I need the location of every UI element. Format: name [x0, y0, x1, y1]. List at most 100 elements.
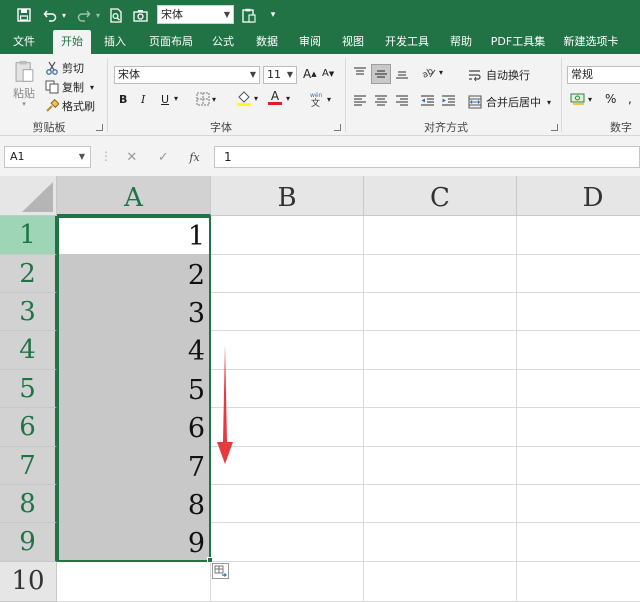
chevron-down-icon[interactable]: ▾ [286, 94, 290, 103]
copy-button[interactable]: 复制 ▾ [45, 79, 94, 95]
fill-color-button[interactable]: ▾ [236, 90, 258, 106]
cell-d6[interactable] [517, 408, 640, 447]
underline-button[interactable]: U [161, 93, 169, 106]
cancel-icon[interactable]: ✕ [126, 150, 137, 165]
tab-insert[interactable]: 插入 [97, 30, 133, 54]
tab-formulas[interactable]: 公式 [205, 30, 241, 54]
cell-c6[interactable] [364, 408, 517, 447]
cell-d5[interactable] [517, 370, 640, 408]
row-header-5[interactable]: 5 [0, 370, 57, 408]
cell-b1[interactable] [211, 216, 364, 255]
clipboard-paste-icon[interactable] [241, 6, 257, 24]
paste-button[interactable]: 粘贴 ▾ [8, 60, 40, 108]
cell-b9[interactable] [211, 523, 364, 562]
cell-d4[interactable] [517, 331, 640, 370]
wrap-text-button[interactable]: 自动换行 [468, 67, 530, 83]
increase-indent-icon[interactable] [441, 94, 456, 108]
cell-d1[interactable] [517, 216, 640, 255]
cell-a10[interactable] [57, 562, 211, 602]
cell-c9[interactable] [364, 523, 517, 562]
row-header-1[interactable]: 1 [0, 216, 57, 255]
cell-d9[interactable] [517, 523, 640, 562]
row-header-4[interactable]: 4 [0, 331, 57, 370]
cell-d2[interactable] [517, 255, 640, 293]
auto-fill-options-icon[interactable] [212, 563, 229, 579]
font-name-combobox[interactable]: 宋体 ▼ [114, 66, 260, 84]
cell-a7[interactable]: 7 [57, 447, 211, 485]
row-header-9[interactable]: 9 [0, 523, 57, 562]
row-header-3[interactable]: 3 [0, 293, 57, 331]
merge-center-button[interactable]: 合并后居中 ▾ [468, 94, 551, 110]
cell-a6[interactable]: 6 [57, 408, 211, 447]
column-header-d[interactable]: D [517, 176, 640, 216]
cell-c1[interactable] [364, 216, 517, 255]
redo-icon[interactable] [76, 6, 92, 24]
row-header-8[interactable]: 8 [0, 485, 57, 523]
comma-style-icon[interactable]: , [628, 92, 632, 106]
italic-button[interactable]: I [141, 93, 145, 106]
cell-b2[interactable] [211, 255, 364, 293]
row-header-6[interactable]: 6 [0, 408, 57, 447]
decrease-indent-icon[interactable] [420, 94, 435, 108]
cell-c10[interactable] [364, 562, 517, 602]
clipboard-dialog-launcher-icon[interactable] [96, 124, 103, 131]
align-center-icon[interactable] [374, 94, 388, 108]
align-right-icon[interactable] [395, 94, 409, 108]
cell-a5[interactable]: 5 [57, 370, 211, 408]
align-top-icon[interactable] [353, 66, 367, 80]
cell-d8[interactable] [517, 485, 640, 523]
tab-home[interactable]: 开始 [53, 30, 91, 54]
cell-b10[interactable] [211, 562, 364, 602]
cell-a3[interactable]: 3 [57, 293, 211, 331]
qat-font-combobox[interactable]: 宋体 ▼ [157, 5, 234, 24]
tab-view[interactable]: 视图 [335, 30, 371, 54]
number-format-combobox[interactable]: 常规 [567, 66, 640, 84]
align-left-icon[interactable] [353, 94, 367, 108]
tab-developer[interactable]: 开发工具 [380, 30, 434, 54]
cell-b8[interactable] [211, 485, 364, 523]
cell-c5[interactable] [364, 370, 517, 408]
cell-c4[interactable] [364, 331, 517, 370]
redo-dropdown-icon[interactable]: ▾ [94, 6, 102, 24]
column-header-c[interactable]: C [364, 176, 517, 216]
formula-input[interactable]: 1 [214, 146, 640, 168]
tab-data[interactable]: 数据 [249, 30, 285, 54]
undo-icon[interactable] [42, 6, 58, 24]
cell-d3[interactable] [517, 293, 640, 331]
cell-c7[interactable] [364, 447, 517, 485]
save-icon[interactable] [16, 6, 32, 24]
chevron-down-icon[interactable]: ▾ [174, 94, 178, 103]
row-header-7[interactable]: 7 [0, 447, 57, 485]
cell-d10[interactable] [517, 562, 640, 602]
bold-button[interactable]: B [119, 93, 127, 106]
orientation-button[interactable]: ab ▾ [421, 65, 443, 79]
column-header-b[interactable]: B [211, 176, 364, 216]
tab-help[interactable]: 帮助 [443, 30, 479, 54]
enter-check-icon[interactable]: ✓ [158, 150, 169, 165]
align-bottom-icon[interactable] [395, 66, 409, 80]
cell-a8[interactable]: 8 [57, 485, 211, 523]
customize-qat-icon[interactable]: ▾ [268, 6, 278, 24]
accounting-format-button[interactable]: ▾ [570, 92, 592, 106]
print-preview-icon[interactable] [108, 6, 124, 24]
undo-dropdown-icon[interactable]: ▾ [60, 6, 68, 24]
format-painter-button[interactable]: 格式刷 [45, 98, 95, 114]
cell-d7[interactable] [517, 447, 640, 485]
cell-c3[interactable] [364, 293, 517, 331]
camera-icon[interactable] [132, 6, 148, 24]
cell-c8[interactable] [364, 485, 517, 523]
phonetic-button[interactable]: wén 文 ▾ [309, 91, 331, 107]
resize-handle-icon[interactable]: ⋮ [100, 150, 112, 162]
tab-pdf-tools[interactable]: PDF工具集 [487, 30, 549, 54]
row-header-2[interactable]: 2 [0, 255, 57, 293]
font-size-combobox[interactable]: 11 ▼ [263, 66, 297, 84]
align-middle-icon[interactable] [371, 64, 391, 84]
row-header-10[interactable]: 10 [0, 562, 57, 602]
select-all-button[interactable] [0, 176, 57, 216]
decrease-font-size-icon[interactable]: A ▼ [322, 68, 334, 79]
alignment-dialog-launcher-icon[interactable] [551, 124, 558, 131]
cell-a1[interactable]: 1 [57, 216, 211, 255]
tab-page-layout[interactable]: 页面布局 [143, 30, 199, 54]
name-box[interactable]: A1 ▼ [4, 146, 91, 168]
borders-button[interactable]: ▾ [196, 92, 216, 106]
